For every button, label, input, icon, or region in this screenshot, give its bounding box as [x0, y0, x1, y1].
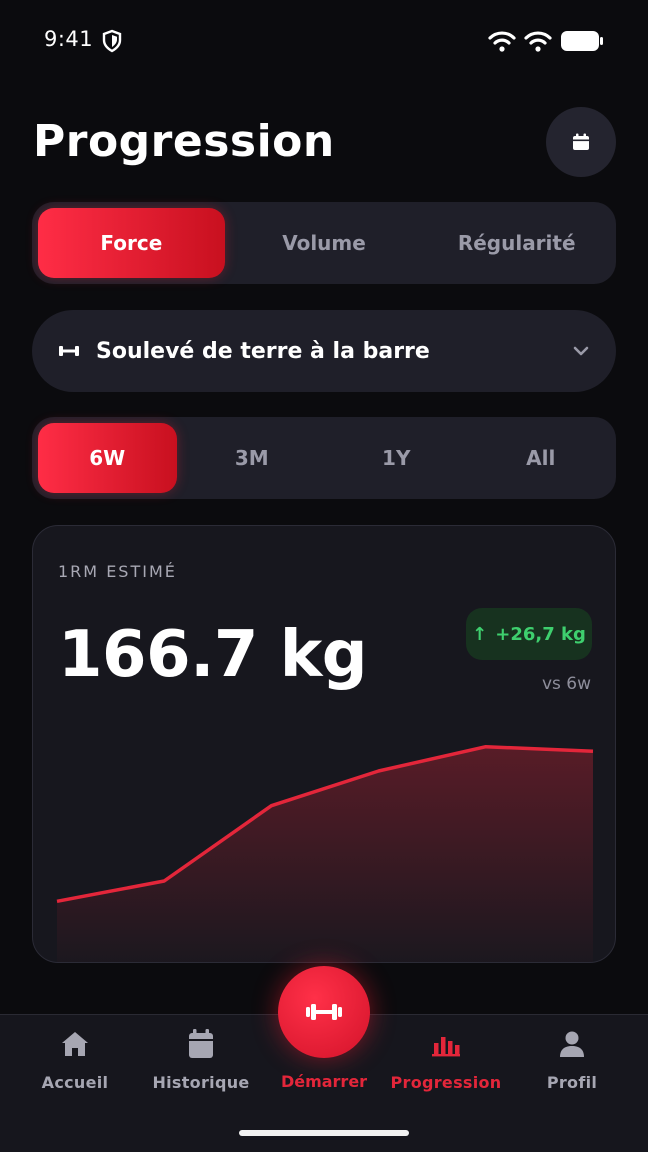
wifi-icon — [488, 31, 516, 52]
start-workout-button[interactable] — [278, 966, 370, 1058]
tab-6w[interactable]: 6W — [38, 423, 177, 493]
tab-all-label: All — [526, 446, 556, 470]
arrow-up-icon: ↑ — [472, 623, 488, 645]
tab-volume-label: Volume — [282, 231, 366, 255]
tab-volume[interactable]: Volume — [231, 208, 418, 278]
shield-icon — [102, 29, 122, 53]
delta-badge: ↑ +26,7 kg — [466, 608, 592, 660]
tab-regularite-label: Régularité — [457, 231, 576, 255]
tab-all[interactable]: All — [472, 423, 611, 493]
home-icon — [62, 1032, 88, 1056]
tab-historique[interactable]: Historique — [136, 1029, 266, 1119]
one-rm-value: 166.7 kg — [58, 618, 368, 692]
tab-3m-label: 3M — [234, 446, 269, 470]
tab-profil-label: Profil — [546, 1073, 598, 1092]
page-title: Progression — [33, 116, 335, 167]
dumbbell-icon — [306, 1004, 342, 1020]
tab-force-label: Force — [100, 231, 163, 255]
chevron-down-icon — [573, 346, 589, 356]
tab-progression[interactable]: Progression — [381, 1029, 511, 1119]
metric-tabs: Force Volume Régularité — [32, 202, 616, 284]
calendar-icon — [573, 133, 589, 150]
user-icon — [560, 1031, 584, 1057]
tab-6w-label: 6W — [89, 446, 126, 470]
tab-accueil[interactable]: Accueil — [10, 1029, 140, 1119]
one-rm-chart — [56, 744, 594, 962]
exercise-select[interactable]: Soulevé de terre à la barre — [32, 310, 616, 392]
status-bar: 9:41 — [0, 0, 648, 80]
tab-profil[interactable]: Profil — [507, 1029, 637, 1119]
delta-value: +26,7 kg — [495, 623, 586, 645]
tab-accueil-label: Accueil — [41, 1073, 109, 1092]
tab-1y-label: 1Y — [382, 446, 411, 470]
calendar-button[interactable] — [546, 107, 616, 177]
battery-icon — [561, 31, 603, 51]
card-label: 1RM ESTIMÉ — [58, 562, 177, 581]
tab-historique-label: Historique — [152, 1073, 250, 1092]
delta-subtitle: vs 6w — [541, 674, 591, 694]
chart-area-fill — [57, 746, 593, 962]
tab-3m[interactable]: 3M — [183, 423, 322, 493]
start-workout-label[interactable]: Démarrer — [264, 1072, 384, 1091]
one-rm-card: 1RM ESTIMÉ 166.7 kg ↑ +26,7 kg vs 6w — [32, 525, 616, 963]
signal-icon — [524, 31, 552, 52]
home-indicator — [239, 1130, 409, 1136]
tab-1y[interactable]: 1Y — [327, 423, 466, 493]
exercise-label: Soulevé de terre à la barre — [96, 338, 430, 364]
period-tabs: 6W 3M 1Y All — [32, 417, 616, 499]
bar-chart-icon — [432, 1037, 460, 1057]
tab-force[interactable]: Force — [38, 208, 225, 278]
dumbbell-icon — [59, 346, 79, 356]
calendar-icon — [189, 1029, 213, 1058]
status-time: 9:41 — [44, 27, 94, 51]
tab-regularite[interactable]: Régularité — [423, 208, 610, 278]
tab-progression-label: Progression — [390, 1073, 502, 1092]
